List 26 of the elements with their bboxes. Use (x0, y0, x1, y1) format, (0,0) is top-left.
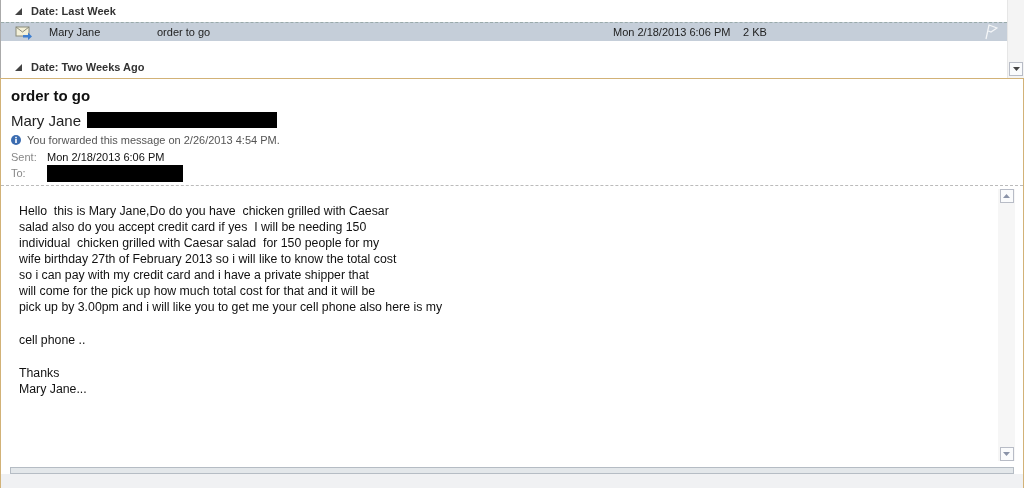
info-icon (11, 135, 21, 145)
field-label: To: (11, 167, 27, 179)
field-value: Mon 2/18/2013 6:06 PM (47, 151, 165, 163)
horizontal-scrollbar[interactable] (10, 467, 1014, 474)
field-label: Sent: (11, 151, 38, 163)
group-header[interactable]: Date: Last Week (31, 5, 116, 17)
scroll-up-button[interactable] (999, 189, 1014, 203)
group-header[interactable]: Date: Two Weeks Ago (31, 61, 145, 73)
sender-cell-text: Mary Jane (49, 26, 102, 38)
message-row[interactable]: Mary Jane order to go Mon 2/18/2013 6:06 PM 2 KB (1, 22, 1007, 41)
caret-icon (1012, 67, 1020, 71)
collapse-triangle-icon[interactable] (15, 7, 22, 15)
received-cell-text: Mon 2/18/2013 6:06 PM (613, 26, 732, 38)
collapse-triangle-icon[interactable] (15, 63, 22, 71)
scroll-down-button[interactable] (1009, 62, 1023, 76)
message-paragraph: Thanks Mary Jane... (19, 365, 87, 397)
subject-cell-text: order to go (157, 26, 212, 38)
message-paragraph: Hello this is Mary Jane,Do do you have chicken grilled with Caesar salad also do you accept credit card if yes I will be needing 150 individual chicken grilled with Caesar salad for 150 people for my wife birthday 27th of February 2013 so i will like to know the total cost so i can pay with my credit card and i have a private shipper that will come for the pick up how much total cost for that and it will be pick up by 3.00pm and i will like you to get me your cell phone also here is my (19, 203, 443, 315)
message-paragraph: cell phone .. (19, 332, 86, 348)
caret-icon (1003, 194, 1010, 198)
caret-icon (1003, 452, 1010, 456)
sender-name: Mary Jane (11, 111, 82, 129)
message-subject: order to go (11, 87, 92, 106)
forwarded-notice: You forwarded this message on 2/26/2013 4:54 PM. (27, 134, 280, 146)
forwarded-envelope-icon (15, 24, 33, 40)
size-cell-text: 2 KB (743, 26, 768, 38)
